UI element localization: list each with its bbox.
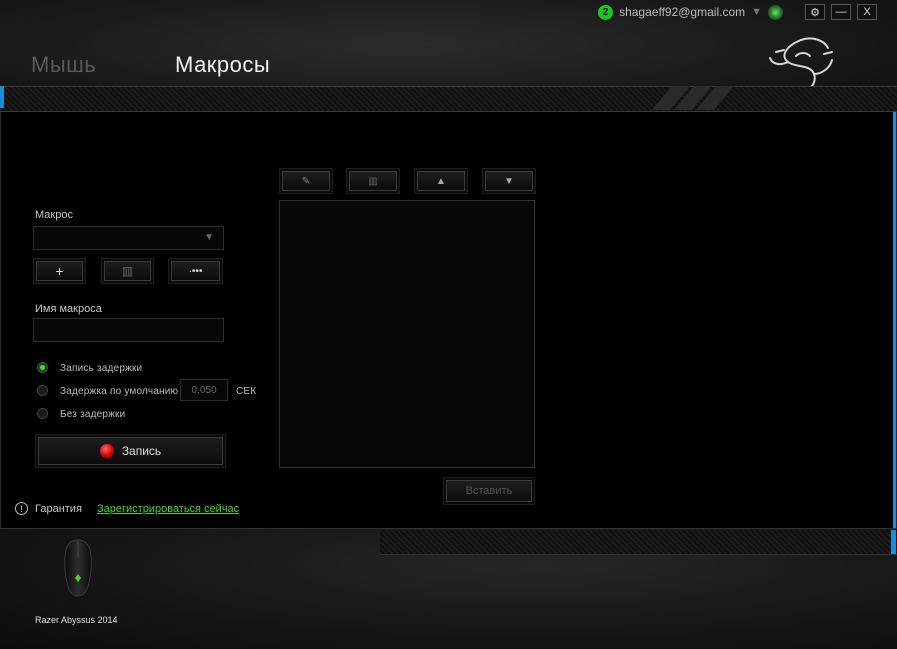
header-pattern-strip: [0, 86, 897, 112]
delete-entry-button[interactable]: ▥: [349, 171, 397, 191]
footer-pattern-strip: [380, 530, 897, 555]
insert-button[interactable]: Вставить: [446, 480, 532, 502]
record-button-label: Запись: [121, 444, 162, 458]
no-delay-label: Без задержки: [60, 409, 126, 420]
footer-accent-edge: [891, 530, 896, 554]
online-status-icon[interactable]: [768, 4, 783, 20]
minimize-button[interactable]: —: [831, 4, 851, 20]
record-icon: [99, 444, 114, 458]
arrow-up-icon: ▲: [436, 175, 446, 187]
account-email[interactable]: shagaeff92@gmail.com: [619, 5, 745, 19]
chevron-down-icon: ▼: [204, 232, 214, 243]
account-dropdown-icon[interactable]: ▼: [751, 6, 762, 18]
default-delay-radio[interactable]: [37, 385, 48, 396]
default-delay-label: Задержка по умолчанию: [60, 386, 179, 397]
warranty-label: Гарантия: [35, 503, 82, 515]
left-accent-edge: [0, 86, 4, 108]
macro-select[interactable]: ▼: [33, 226, 224, 250]
record-button[interactable]: Запись: [38, 437, 223, 465]
edit-button[interactable]: ✎: [282, 171, 330, 191]
macro-label: Макрос: [35, 209, 73, 221]
macro-name-field[interactable]: [33, 318, 224, 342]
macro-more-button[interactable]: ·•••: [171, 261, 220, 281]
tab-mouse[interactable]: Мышь: [31, 52, 96, 78]
no-delay-radio[interactable]: [37, 408, 48, 419]
notification-badge[interactable]: 2: [598, 4, 614, 20]
add-macro-button[interactable]: +: [36, 261, 83, 281]
close-button[interactable]: X: [857, 4, 877, 20]
delete-macro-button[interactable]: ▥: [104, 261, 151, 281]
default-delay-input[interactable]: 0.050: [180, 379, 228, 401]
right-accent-edge: [893, 112, 896, 530]
delay-unit-label: СЕК: [236, 386, 257, 397]
record-delay-label: Запись задержки: [60, 363, 143, 374]
move-down-button[interactable]: ▼: [485, 171, 533, 191]
register-now-link[interactable]: Зарегистрироваться сейчас: [97, 503, 239, 515]
pencil-icon: ✎: [301, 175, 311, 187]
tab-macros[interactable]: Макросы: [175, 52, 270, 78]
device-name: Razer Abyssus 2014: [35, 615, 118, 625]
top-bar: 2 shagaeff92@gmail.com ▼ ⚙ — X: [598, 4, 877, 20]
move-up-button[interactable]: ▲: [417, 171, 465, 191]
trash-icon: ▥: [368, 175, 378, 187]
macro-events-list[interactable]: [279, 200, 535, 468]
arrow-down-icon: ▼: [504, 175, 514, 187]
record-delay-radio[interactable]: [37, 362, 48, 373]
info-icon: !: [15, 502, 28, 515]
settings-button[interactable]: ⚙: [805, 4, 825, 20]
macro-name-label: Имя макроса: [35, 303, 102, 315]
device-mouse-image[interactable]: [60, 538, 96, 598]
